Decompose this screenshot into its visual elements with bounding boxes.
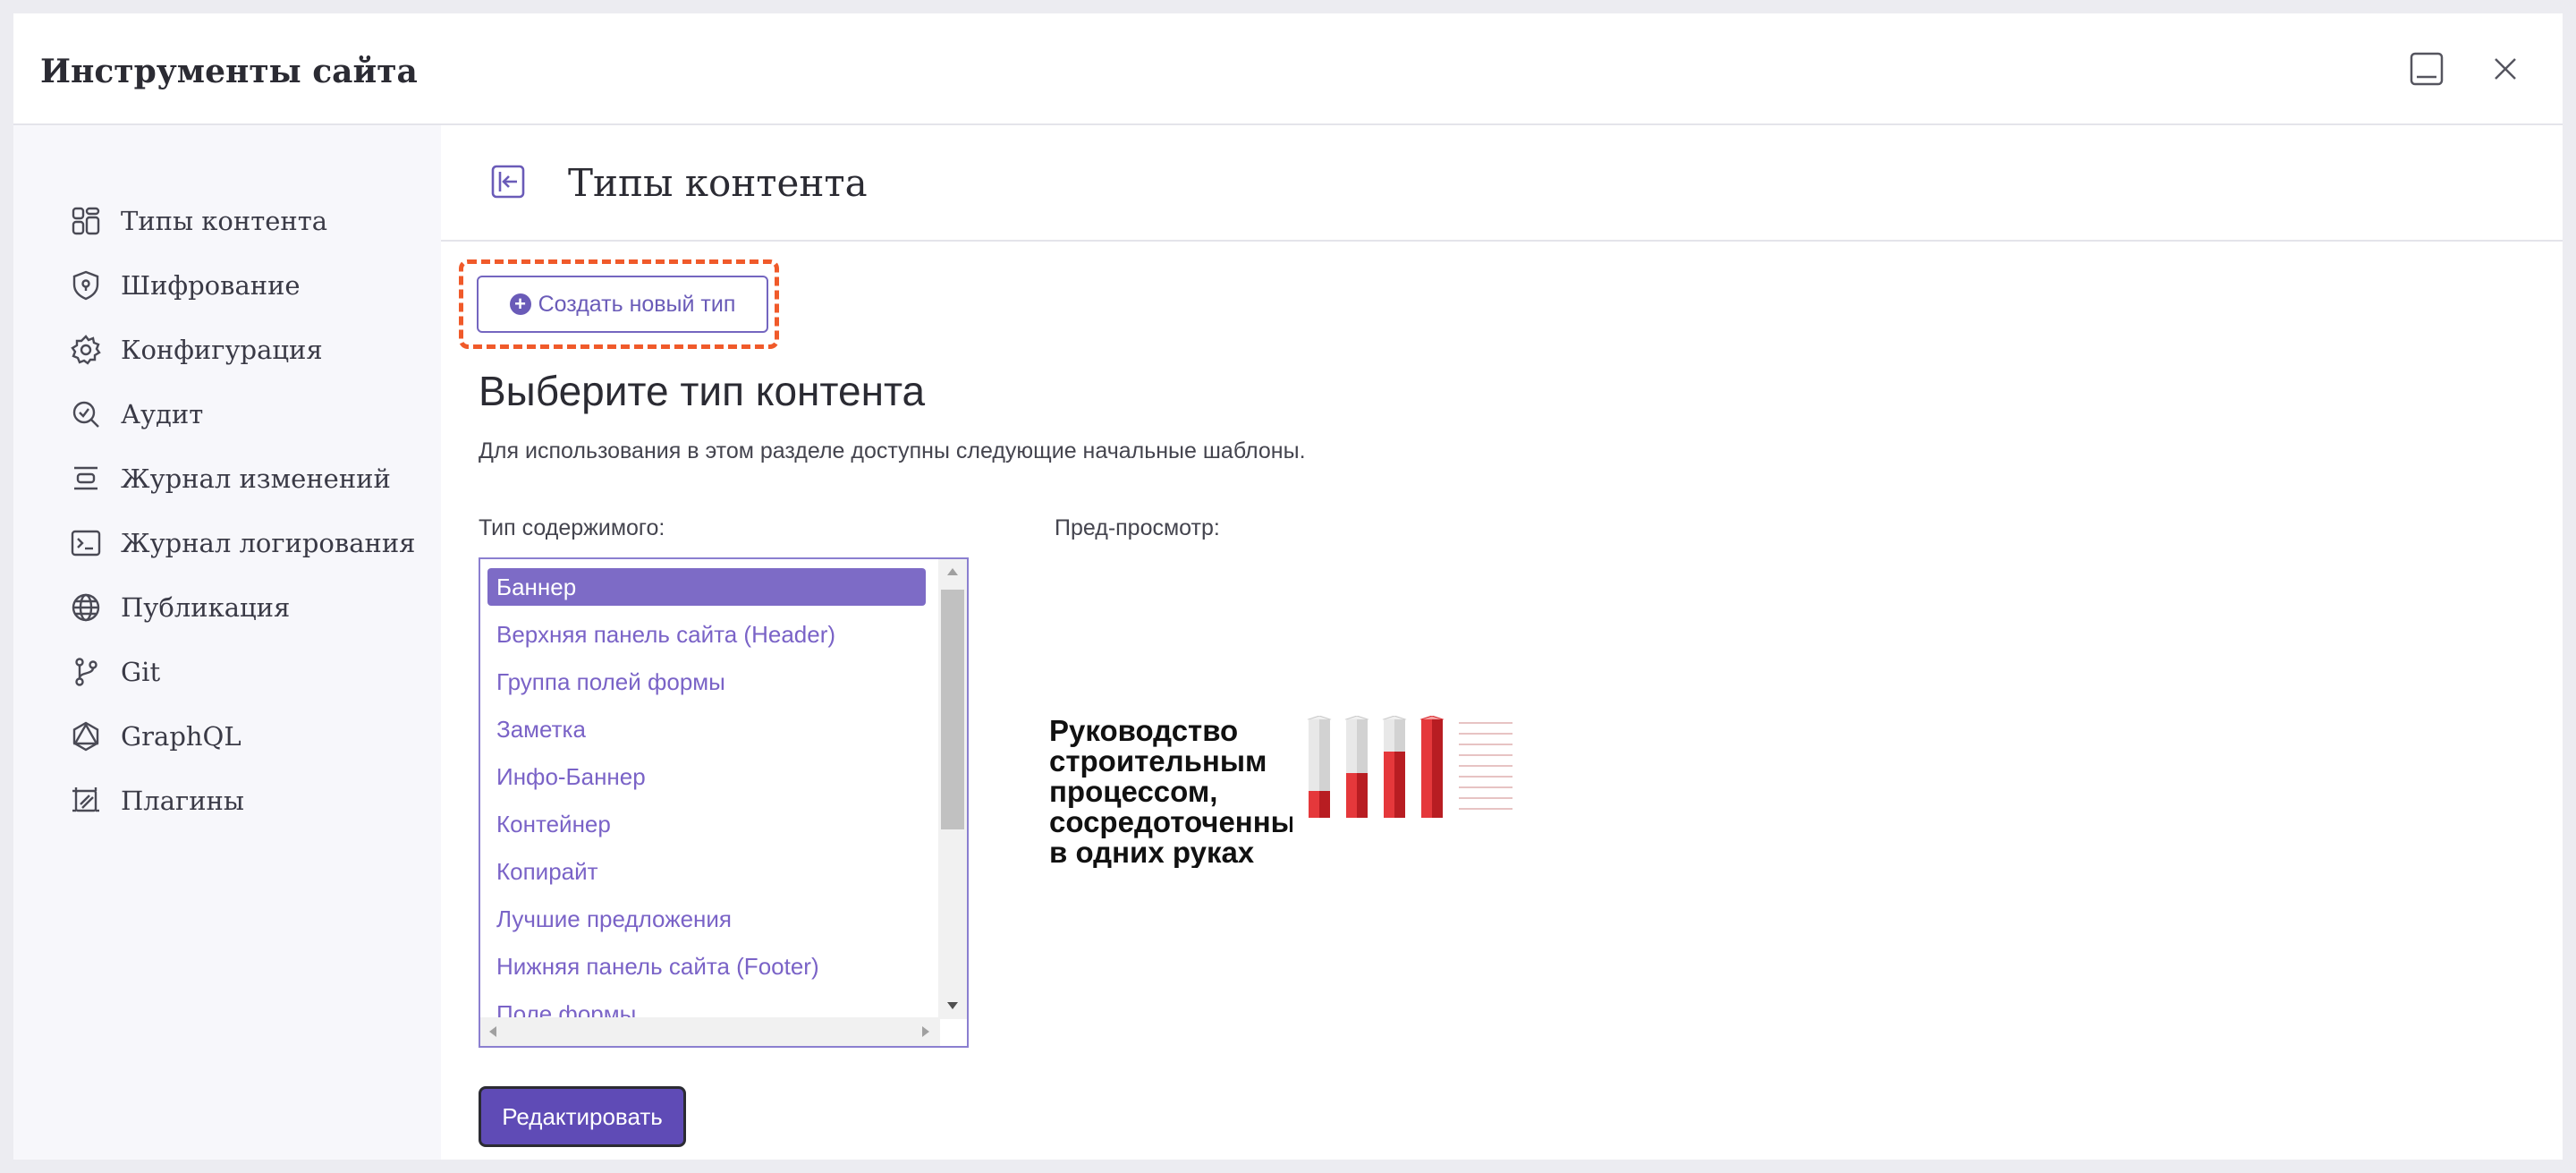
- list-item[interactable]: Инфо-Баннер: [487, 758, 926, 795]
- audit-icon: [69, 397, 103, 431]
- section-description: Для использования в этом разделе доступн…: [479, 438, 1306, 463]
- page-title: Типы контента: [568, 161, 868, 205]
- edit-button[interactable]: Редактировать: [479, 1086, 686, 1147]
- scroll-left-icon[interactable]: [489, 1026, 496, 1037]
- scroll-down-icon[interactable]: [947, 1002, 958, 1009]
- gear-icon: [69, 333, 103, 367]
- horizontal-scrollbar[interactable]: [480, 1017, 940, 1046]
- sidebar-item-label: Конфигурация: [121, 335, 323, 365]
- sidebar-item-graphql[interactable]: GraphQL: [69, 718, 242, 754]
- sidebar-item-publishing[interactable]: Публикация: [69, 590, 290, 625]
- column-4: [1419, 716, 1445, 818]
- sidebar-item-encryption[interactable]: Шифрование: [69, 268, 301, 303]
- terminal-icon: [69, 526, 103, 560]
- sidebar-item-logging[interactable]: Журнал логирования: [69, 525, 415, 561]
- create-new-type-button[interactable]: + Создать новый тип: [477, 276, 768, 333]
- content-types-icon: [69, 204, 103, 238]
- shield-icon: [69, 268, 103, 302]
- sidebar-item-label: Публикация: [121, 592, 291, 623]
- changelog-icon: [69, 462, 103, 496]
- sidebar-item-label: Шифрование: [121, 270, 301, 301]
- site-tools-window: Инструменты сайта Типы контента Шифрован…: [13, 13, 2563, 1160]
- close-icon: [2495, 58, 2516, 80]
- globe-icon: [69, 591, 103, 625]
- minimize-icon: [2410, 52, 2444, 86]
- git-branch-icon: [69, 655, 103, 689]
- sidebar-item-label: Плагины: [121, 786, 244, 816]
- sidebar-item-label: Аудит: [121, 399, 204, 429]
- preview-line: в одних руках: [1049, 836, 1255, 868]
- collapse-sidebar-icon: [491, 165, 525, 199]
- section-title: Выберите тип контента: [479, 368, 926, 414]
- vertical-scrollbar[interactable]: [938, 559, 967, 1019]
- content-type-listbox[interactable]: Баннер Верхняя панель сайта (Header) Гру…: [479, 557, 969, 1048]
- sidebar-item-git[interactable]: Git: [69, 654, 160, 690]
- list-item[interactable]: Заметка: [487, 710, 926, 748]
- create-new-type-label: Создать новый тип: [538, 291, 736, 317]
- sidebar: Типы контента Шифрование Конфигурация Ау…: [13, 125, 441, 1160]
- sidebar-item-label: GraphQL: [121, 721, 242, 752]
- title-bar: Инструменты сайта: [13, 13, 2563, 125]
- collapse-sidebar-button[interactable]: [489, 163, 527, 200]
- preview-line: сосредоточенным: [1049, 805, 1292, 838]
- close-button[interactable]: [2486, 49, 2525, 89]
- preview-line: процессом,: [1049, 775, 1218, 808]
- sidebar-item-label: Типы контента: [121, 206, 328, 236]
- preview-label: Пред-просмотр:: [1055, 515, 1220, 540]
- content-type-label: Тип содержимого:: [479, 515, 665, 540]
- page-header: Типы контента: [441, 125, 2563, 242]
- plugin-icon: [69, 784, 103, 818]
- list-item[interactable]: Верхняя панель сайта (Header): [487, 616, 926, 653]
- sidebar-item-label: Журнал логирования: [121, 528, 416, 558]
- sidebar-item-changelog[interactable]: Журнал изменений: [69, 461, 391, 497]
- sidebar-item-plugins[interactable]: Плагины: [69, 783, 244, 819]
- window-title: Инструменты сайта: [40, 53, 418, 90]
- sidebar-item-content-types[interactable]: Типы контента: [69, 203, 327, 239]
- list-item[interactable]: Группа полей формы: [487, 663, 926, 701]
- preview-text: Руководство строительным процессом, соср…: [1049, 716, 1292, 868]
- graphql-icon: [69, 719, 103, 753]
- column-3: [1382, 716, 1407, 818]
- plus-circle-icon: +: [509, 293, 531, 315]
- preview-columns-graphic: [1307, 716, 1513, 818]
- list-item[interactable]: Нижняя панель сайта (Footer): [487, 948, 926, 985]
- preview-line: Руководство: [1049, 716, 1239, 747]
- sidebar-item-audit[interactable]: Аудит: [69, 396, 203, 432]
- list-item[interactable]: Контейнер: [487, 805, 926, 843]
- preview-line: строительным: [1049, 744, 1267, 778]
- list-item[interactable]: Лучшие предложения: [487, 900, 926, 938]
- sidebar-item-label: Журнал изменений: [121, 463, 391, 494]
- list-item[interactable]: Копирайт: [487, 853, 926, 890]
- scrollbar-thumb[interactable]: [941, 590, 964, 829]
- sidebar-item-label: Git: [121, 657, 161, 687]
- minimize-button[interactable]: [2407, 49, 2446, 89]
- grid-lines: [1459, 722, 1513, 810]
- main-panel: Типы контента + Создать новый тип Выбери…: [441, 125, 2563, 1160]
- sidebar-item-configuration[interactable]: Конфигурация: [69, 332, 323, 368]
- scroll-right-icon[interactable]: [922, 1026, 929, 1037]
- preview-image: Руководство строительным процессом, соср…: [1049, 716, 1532, 922]
- column-1: [1307, 716, 1332, 818]
- list-item[interactable]: Баннер: [487, 568, 926, 606]
- scroll-up-icon[interactable]: [947, 568, 958, 575]
- column-2: [1344, 716, 1369, 818]
